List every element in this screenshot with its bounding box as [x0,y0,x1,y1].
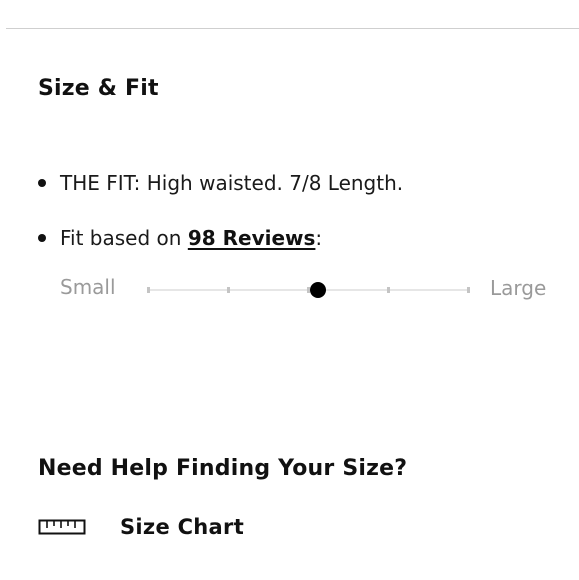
reviews-prefix: Fit based on [60,226,188,250]
size-chart-label: Size Chart [120,515,245,539]
fit-scale-track [147,282,470,298]
size-chart-link[interactable]: Size Chart [38,512,244,542]
ruler-icon [38,519,86,535]
fit-description-item: THE FIT: High waisted. 7/8 Length. [38,171,403,195]
size-help-heading: Need Help Finding Your Size? [38,456,408,481]
bullet-icon [38,234,46,242]
fit-description-text: THE FIT: High waisted. 7/8 Length. [60,171,404,195]
fit-scale-tick [147,287,150,293]
reviews-suffix: : [315,226,323,250]
fit-scale-marker [309,282,326,298]
fit-scale-max-label: Large [490,276,547,300]
fit-scale-tick [227,287,230,293]
bullet-icon [38,179,46,187]
fit-scale-min-label: Small [60,275,116,299]
fit-reviews-item: Fit based on 98 Reviews: [38,226,322,250]
fit-scale-tick [467,287,470,293]
top-divider [6,28,579,29]
fit-scale-tick [387,287,390,293]
reviews-link[interactable]: 98 Reviews [188,226,316,250]
size-fit-heading: Size & Fit [38,76,159,101]
